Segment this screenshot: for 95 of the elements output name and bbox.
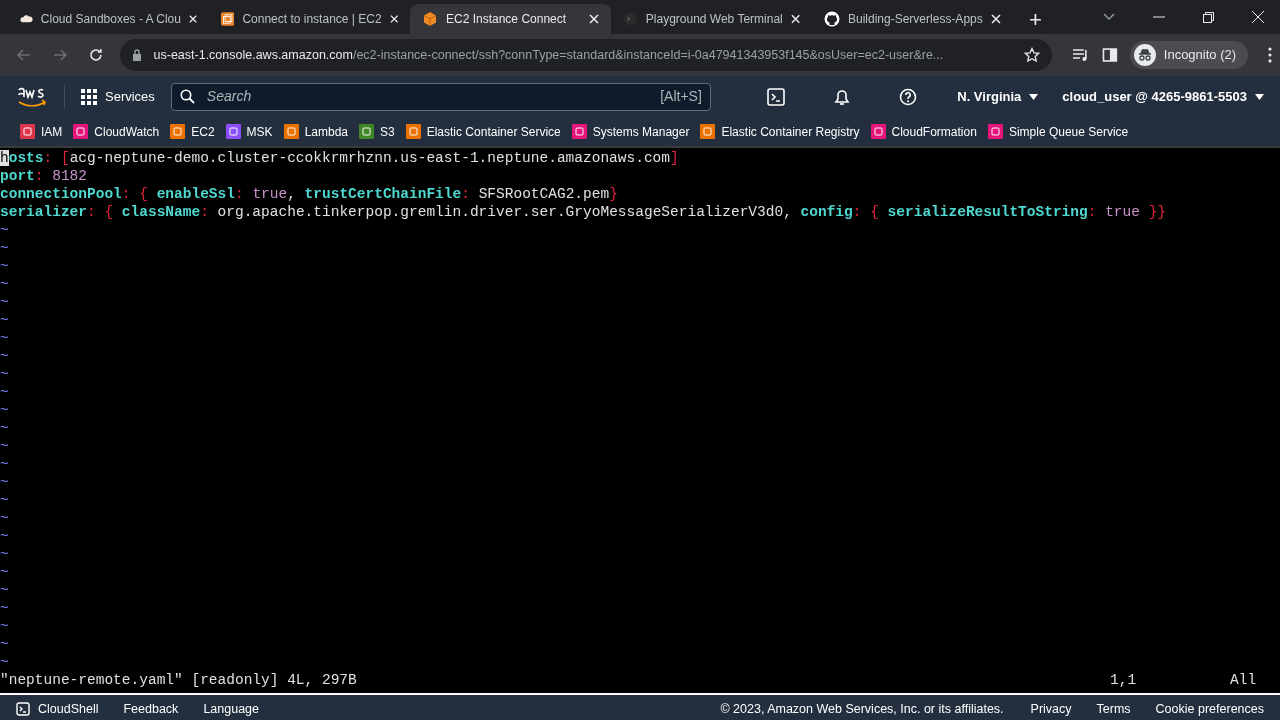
- favorite-link[interactable]: Elastic Container Service: [405, 122, 561, 141]
- close-icon[interactable]: [790, 14, 800, 24]
- empty-line-marker: ~: [0, 311, 9, 329]
- media-icon[interactable]: [1072, 47, 1090, 63]
- favorite-link[interactable]: Simple Queue Service: [987, 122, 1129, 141]
- grid-icon: [81, 88, 97, 105]
- footer-link[interactable]: Privacy: [1030, 699, 1072, 719]
- favorite-link[interactable]: Elastic Container Registry: [700, 122, 860, 141]
- reload-icon[interactable]: [87, 47, 104, 63]
- tab-title: Playground Web Terminal: [645, 11, 783, 28]
- new-tab-button[interactable]: +: [1013, 4, 1058, 34]
- bell-icon[interactable]: [833, 87, 852, 106]
- empty-line-marker: ~: [0, 329, 9, 347]
- empty-line-marker: ~: [0, 509, 9, 527]
- services-menu[interactable]: Services: [81, 86, 155, 107]
- empty-line-marker: ~: [0, 617, 9, 635]
- empty-line-marker: ~: [0, 293, 9, 311]
- footer-link[interactable]: Terms: [1096, 699, 1131, 719]
- empty-line-marker: ~: [0, 437, 9, 455]
- footer-link[interactable]: Cookie preferences: [1155, 699, 1264, 719]
- empty-line-marker: ~: [0, 383, 9, 401]
- favorite-link[interactable]: MSK: [225, 122, 273, 141]
- scroll-indicator: All: [1230, 671, 1258, 689]
- cloudshell-icon: [16, 702, 30, 716]
- cloudshell-link[interactable]: CloudShell: [16, 699, 99, 719]
- caret-icon: [1029, 93, 1039, 100]
- empty-line-marker: ~: [0, 599, 9, 617]
- address-bar[interactable]: us-east-1.console.aws.amazon.com/ec2-instance-connect/ssh?connType=standard&instanceId=i-0a47941343953f145&osUser=ec2-user&re...: [119, 39, 1053, 71]
- empty-line-marker: ~: [0, 653, 9, 671]
- side-panel-icon[interactable]: [1101, 47, 1118, 63]
- favorite-link[interactable]: CloudFormation: [870, 122, 977, 141]
- search-input[interactable]: Search: [206, 86, 649, 107]
- help-icon[interactable]: [899, 87, 918, 106]
- incognito-icon: [1133, 44, 1156, 66]
- language-link[interactable]: Language: [203, 699, 259, 719]
- vim-status-message: "neptune-remote.yaml" [readonly] 4L, 297B: [0, 671, 357, 689]
- empty-line-marker: ~: [0, 257, 9, 275]
- browser-tab[interactable]: Connect to instance | EC2: [209, 4, 410, 34]
- favorite-link[interactable]: IAM: [20, 122, 63, 141]
- menu-icon[interactable]: [1268, 47, 1272, 63]
- cloudshell-icon[interactable]: [767, 87, 786, 106]
- cursor-position: 1,1: [1110, 671, 1138, 689]
- lock-icon: [131, 49, 142, 61]
- close-icon[interactable]: [589, 14, 599, 24]
- empty-line-marker: ~: [0, 275, 9, 293]
- empty-line-marker: ~: [0, 491, 9, 509]
- shortcut-hint: [Alt+S]: [660, 87, 702, 106]
- tab-title: Building-Serverless-Apps: [848, 11, 983, 28]
- tab-title: Connect to instance | EC2: [242, 11, 382, 28]
- chevron-down-icon[interactable]: [1103, 13, 1115, 21]
- browser-tab[interactable]: EC2 Instance Connect: [410, 4, 611, 34]
- empty-line-marker: ~: [0, 527, 9, 545]
- empty-line-marker: ~: [0, 635, 9, 653]
- aws-logo[interactable]: [16, 85, 48, 108]
- code-line: hosts: [acg-neptune-demo.cluster-ccokkrmrhznn.us-east-1.neptune.amazonaws.com]: [0, 149, 680, 167]
- browser-tab[interactable]: Cloud Sandboxes - A Clou: [8, 4, 209, 34]
- restore-icon[interactable]: [1203, 11, 1214, 23]
- search-field[interactable]: Search [Alt+S]: [170, 82, 711, 111]
- copyright-text: © 2023, Amazon Web Services, Inc. or its affiliates.: [720, 700, 1004, 718]
- empty-line-marker: ~: [0, 401, 9, 419]
- empty-line-marker: ~: [0, 563, 9, 581]
- browser-tab[interactable]: Playground Web Terminal: [611, 4, 812, 34]
- empty-line-marker: ~: [0, 419, 9, 437]
- empty-line-marker: ~: [0, 545, 9, 563]
- url-text: us-east-1.console.aws.amazon.com/ec2-instance-connect/ssh?connType=standard&instanceId=i-0a47941343953f145&osUser=ec2-user&re...: [153, 46, 945, 64]
- empty-line-marker: ~: [0, 455, 9, 473]
- favorite-link[interactable]: Systems Manager: [571, 122, 690, 141]
- feedback-link[interactable]: Feedback: [123, 699, 179, 719]
- region-menu[interactable]: N. Virginia: [957, 86, 1039, 107]
- empty-line-marker: ~: [0, 581, 9, 599]
- tab-title: Cloud Sandboxes - A Clou: [40, 11, 181, 28]
- close-icon[interactable]: [389, 14, 398, 24]
- favorite-link[interactable]: Lambda: [283, 122, 348, 141]
- empty-line-marker: ~: [0, 365, 9, 383]
- empty-line-marker: ~: [0, 473, 9, 491]
- close-icon[interactable]: [1252, 11, 1264, 23]
- caret-icon: [1255, 93, 1264, 100]
- tab-title: EC2 Instance Connect: [446, 11, 568, 28]
- back-icon[interactable]: [16, 47, 32, 63]
- empty-line-marker: ~: [0, 239, 9, 257]
- favorite-link[interactable]: CloudWatch: [73, 122, 160, 141]
- empty-line-marker: ~: [0, 221, 9, 239]
- code-line: connectionPool: { enableSsl: true, trustCertChainFile: SFSRootCAG2.pem}: [0, 185, 619, 203]
- code-line: serializer: { className: org.apache.tinkerpop.gremlin.driver.ser.GryoMessageSerializerV3d0, config: { serializeResultToString: true }}: [0, 203, 1168, 221]
- empty-line-marker: ~: [0, 347, 9, 365]
- favorite-link[interactable]: EC2: [170, 122, 215, 141]
- profile-button[interactable]: Incognito (2): [1129, 41, 1249, 69]
- star-icon[interactable]: [1024, 47, 1041, 63]
- browser-tab[interactable]: Building-Serverless-Apps: [812, 4, 1013, 34]
- search-icon: [179, 89, 195, 104]
- favorite-link[interactable]: S3: [359, 122, 395, 141]
- code-line: port: 8182: [0, 167, 89, 185]
- account-menu[interactable]: cloud_user @ 4265-9861-5503: [1062, 86, 1264, 107]
- close-icon[interactable]: [991, 14, 1001, 24]
- close-icon[interactable]: [188, 14, 197, 24]
